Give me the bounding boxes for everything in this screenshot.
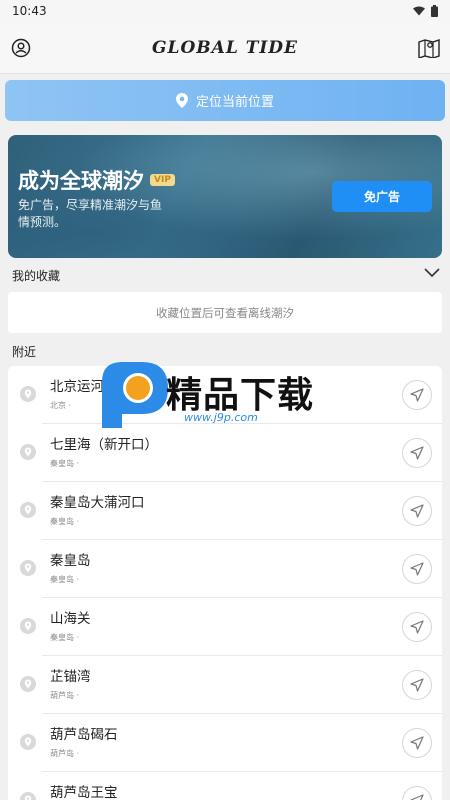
location-pin-icon xyxy=(20,560,36,576)
navigation-arrow-icon xyxy=(410,677,424,692)
nearby-item[interactable]: 秦皇岛大蒲河口秦皇岛 · xyxy=(20,482,442,540)
nearby-item-text: 葫芦岛碣石葫芦岛 · xyxy=(42,726,402,759)
watermark-url: www.j9p.com xyxy=(184,411,258,424)
nearby-heading: 附近 xyxy=(12,345,37,359)
favorites-heading: 我的收藏 xyxy=(12,269,61,283)
navigate-button[interactable] xyxy=(402,437,432,468)
navigation-arrow-icon xyxy=(410,445,424,460)
banner-title: 成为全球潮汐 VIP xyxy=(18,165,175,195)
nearby-item[interactable]: 葫芦岛碣石葫芦岛 · xyxy=(20,714,442,772)
nearby-item[interactable]: 山海关秦皇岛 · xyxy=(20,598,442,656)
nearby-item-name: 七里海（新开口） xyxy=(50,437,158,453)
location-pin-icon xyxy=(175,93,188,108)
locate-current-button[interactable]: 定位当前位置 xyxy=(5,80,445,121)
vip-banner[interactable]: 成为全球潮汐 VIP 免广告，尽享精准潮汐与鱼情预测。 免广告 xyxy=(8,135,442,258)
nearby-item-region: 葫芦岛 · xyxy=(50,749,80,758)
watermark: 精品下载 www.j9p.com xyxy=(96,356,366,436)
nearby-item-text: 七里海（新开口） 秦皇岛 · xyxy=(42,436,402,469)
app-bar: GLOBAL TIDE xyxy=(0,22,450,74)
wifi-icon xyxy=(413,6,425,16)
nearby-item-region: 葫芦岛 · xyxy=(50,691,80,700)
navigation-arrow-icon xyxy=(410,561,424,576)
nearby-item-text: 山海关秦皇岛 · xyxy=(42,610,402,643)
nearby-item[interactable]: 芷锚湾葫芦岛 · xyxy=(20,656,442,714)
map-pin-icon xyxy=(418,38,440,58)
nearby-item-name: 芷锚湾 xyxy=(50,669,91,685)
status-bar: 10:43 xyxy=(0,0,450,22)
navigate-button[interactable] xyxy=(402,727,432,758)
location-pin-icon xyxy=(20,792,36,800)
nearby-item-text: 葫芦岛王宝葫芦岛 · xyxy=(42,784,402,800)
vip-badge: VIP xyxy=(150,174,175,186)
nearby-item-name: 山海关 xyxy=(50,611,91,627)
nearby-item-text: 秦皇岛大蒲河口秦皇岛 · xyxy=(42,494,402,527)
nearby-item[interactable]: 秦皇岛秦皇岛 · xyxy=(20,540,442,598)
locate-label: 定位当前位置 xyxy=(195,95,274,110)
nearby-item-text: 芷锚湾葫芦岛 · xyxy=(42,668,402,701)
map-button[interactable] xyxy=(418,37,440,59)
navigate-button[interactable] xyxy=(402,785,432,800)
navigation-arrow-icon xyxy=(410,735,424,750)
remove-ads-button[interactable]: 免广告 xyxy=(332,181,432,212)
location-pin-icon xyxy=(20,444,36,460)
nearby-item-text: 秦皇岛秦皇岛 · xyxy=(42,552,402,585)
navigate-button[interactable] xyxy=(402,669,432,700)
location-pin-icon xyxy=(20,734,36,750)
navigate-button[interactable] xyxy=(402,611,432,642)
banner-description: 免广告，尽享精准潮汐与鱼情预测。 xyxy=(18,198,163,229)
favorites-empty: 收藏位置后可查看离线潮汐 xyxy=(8,292,442,333)
navigation-arrow-icon xyxy=(410,619,424,634)
nearby-item-name: 秦皇岛大蒲河口 xyxy=(50,495,145,511)
battery-icon xyxy=(431,5,438,17)
profile-button[interactable] xyxy=(10,37,32,59)
nearby-item-name: 葫芦岛碣石 xyxy=(50,727,118,743)
nearby-item-region: 秦皇岛 · xyxy=(50,459,80,468)
status-time: 10:43 xyxy=(12,4,47,18)
navigation-arrow-icon xyxy=(410,503,424,518)
nearby-item-region: 秦皇岛 · xyxy=(50,575,80,584)
chevron-down-icon[interactable] xyxy=(424,266,440,280)
navigate-button[interactable] xyxy=(402,379,432,410)
nearby-item-name: 秦皇岛 xyxy=(50,553,91,569)
navigation-arrow-icon xyxy=(410,793,424,800)
nearby-item-region: 秦皇岛 · xyxy=(50,517,80,526)
app-title: GLOBAL TIDE xyxy=(151,37,298,58)
navigate-button[interactable] xyxy=(402,553,432,584)
location-pin-icon xyxy=(20,618,36,634)
watermark-logo xyxy=(102,362,168,428)
nearby-item-region: 秦皇岛 · xyxy=(50,633,80,642)
banner-title-text: 成为全球潮汐 xyxy=(18,169,144,193)
nearby-item[interactable]: 葫芦岛王宝葫芦岛 · xyxy=(20,772,442,800)
user-icon xyxy=(11,38,31,57)
status-icons xyxy=(413,5,438,17)
location-pin-icon xyxy=(20,386,36,402)
location-pin-icon xyxy=(20,502,36,518)
navigation-arrow-icon xyxy=(410,387,424,402)
nearby-item-name: 葫芦岛王宝 xyxy=(50,785,118,800)
location-pin-icon xyxy=(20,676,36,692)
navigate-button[interactable] xyxy=(402,495,432,526)
